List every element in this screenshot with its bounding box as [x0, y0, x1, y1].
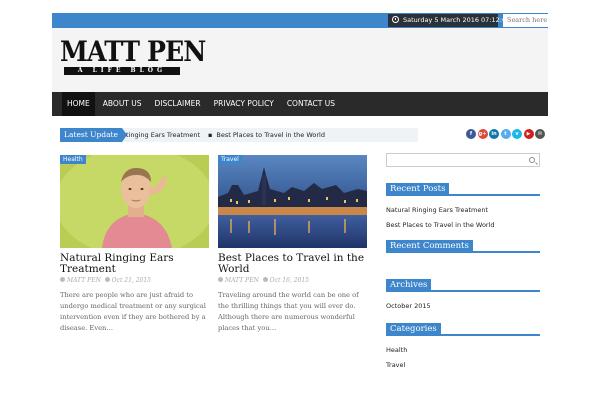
twitter-icon[interactable]: t [500, 129, 511, 139]
recent-posts-list: Natural Ringing Ears Treatment Best Plac… [386, 206, 540, 229]
ticker-item[interactable]: Best Places to Travel in the World [216, 131, 325, 139]
sidebar: Recent Posts Natural Ringing Ears Treatm… [386, 153, 540, 376]
clock-icon [262, 277, 268, 282]
post-meta: MATT PEN Oct 21, 2015 [60, 277, 209, 284]
site-logo-tagline: A LIFE BLOG [64, 67, 180, 75]
nav-item-privacy-policy[interactable]: PRIVACY POLICY [209, 92, 279, 116]
list-item[interactable]: Natural Ringing Ears Treatment [386, 206, 540, 214]
user-icon [60, 277, 65, 282]
nav-item-about-us[interactable]: ABOUT US [98, 92, 147, 116]
post-thumbnail[interactable]: Health [60, 155, 209, 248]
widget-title-text: Recent Comments [386, 240, 473, 253]
widget-title-recent-posts: Recent Posts [386, 183, 540, 196]
post-meta: MATT PEN Oct 16, 2015 [218, 277, 367, 284]
latest-update-ticker: Latest Update tinging Ears Treatment ▪ Bes… [60, 128, 418, 142]
nav-item-disclaimer[interactable]: DISCLAIMER [150, 92, 206, 116]
list-item[interactable]: Travel [386, 361, 540, 369]
search-icon[interactable] [529, 157, 535, 163]
post-excerpt: There are people who are just afraid to … [60, 291, 206, 332]
categories-list: Health Travel [386, 346, 540, 369]
linkedin-icon[interactable]: in [489, 129, 499, 139]
list-item[interactable]: Health [386, 346, 540, 354]
post-thumbnail[interactable]: Travel [218, 155, 367, 248]
user-icon [218, 277, 223, 282]
widget-title-text: Archives [386, 279, 432, 292]
date-text: Saturday 5 March 2016 07:12:02 [403, 16, 511, 24]
list-item[interactable]: October 2015 [386, 302, 540, 310]
date-time-display: Saturday 5 March 2016 07:12:02 [388, 14, 510, 27]
google-plus-icon[interactable]: g+ [477, 129, 488, 139]
site-header: MATT PEN A LIFE BLOG [52, 28, 548, 92]
post-card: Travel Best Places to Travel in the Worl… [218, 155, 367, 334]
site-logo-title[interactable]: MATT PEN [60, 38, 206, 66]
night-city-river-image [218, 155, 367, 248]
nav-item-home[interactable]: HOME [62, 92, 95, 116]
post-date: Oct 16, 2015 [269, 277, 309, 284]
post-title[interactable]: Best Places to Travel in the World [218, 253, 367, 275]
ear-listening-man-image [60, 155, 209, 248]
email-icon[interactable]: ✉ [535, 129, 545, 139]
top-bar: Saturday 5 March 2016 07:12:02 [52, 13, 596, 28]
widget-title-text: Recent Posts [386, 183, 450, 196]
main-nav: HOME ABOUT US DISCLAIMER PRIVACY POLICY … [52, 92, 548, 116]
post-author[interactable]: MATT PEN [67, 277, 101, 284]
ticker-separator: ▪ [208, 131, 213, 139]
vimeo-icon[interactable]: v [512, 129, 522, 139]
clock-icon [392, 16, 399, 23]
post-card: Health Natural Ringing Ears Treatment MA… [60, 155, 209, 334]
widget-title-categories: Categories [386, 323, 540, 336]
widget-title-archives: Archives [386, 279, 540, 292]
ticker-items: tinging Ears Treatment ▪ Best Places to Tr… [126, 128, 325, 142]
post-title[interactable]: Natural Ringing Ears Treatment [60, 253, 209, 275]
ticker-label: Latest Update [60, 128, 122, 142]
widget-title-text: Categories [386, 323, 441, 336]
top-search-input[interactable] [503, 14, 596, 27]
nav-item-contact-us[interactable]: CONTACT US [282, 92, 340, 116]
category-badge[interactable]: Travel [218, 155, 242, 164]
facebook-icon[interactable]: f [466, 129, 476, 139]
sidebar-search-input[interactable] [386, 153, 540, 167]
clock-icon [104, 277, 110, 282]
post-excerpt: Traveling around the world can be one of… [218, 291, 359, 332]
archives-list: October 2015 [386, 302, 540, 310]
social-icons: f g+ in t v ▶ ✉ [466, 129, 547, 139]
category-badge[interactable]: Health [60, 155, 86, 164]
youtube-icon[interactable]: ▶ [523, 129, 534, 139]
post-date: Oct 21, 2015 [111, 277, 151, 284]
post-author[interactable]: MATT PEN [225, 277, 259, 284]
ticker-item[interactable]: tinging Ears Treatment [126, 131, 200, 139]
list-item[interactable]: Best Places to Travel in the World [386, 221, 540, 229]
widget-title-recent-comments: Recent Comments [386, 240, 540, 253]
